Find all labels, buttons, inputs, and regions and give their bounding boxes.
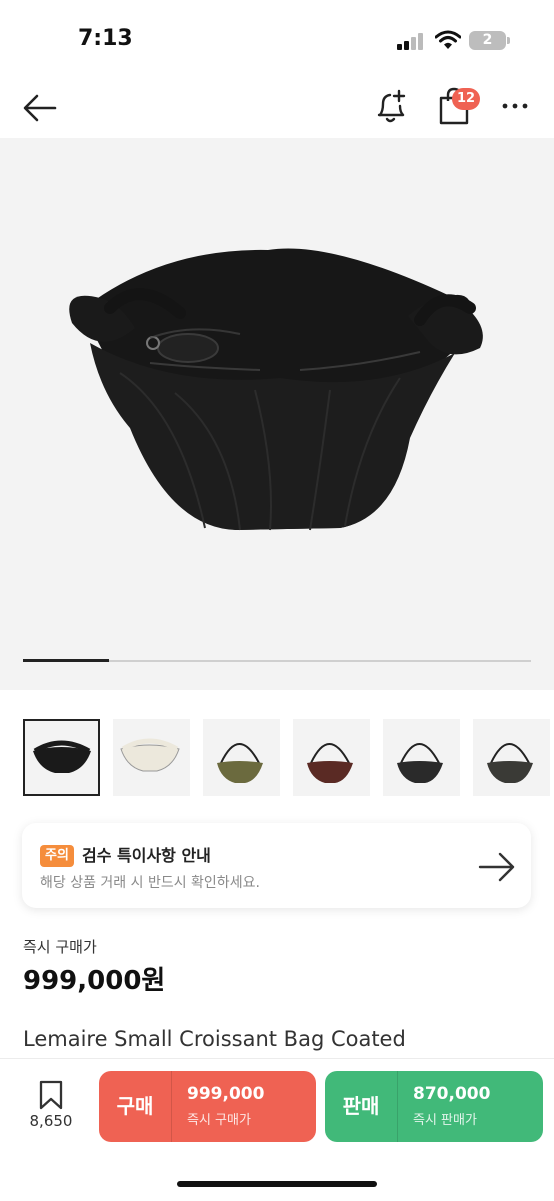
caution-tag: 주의: [40, 845, 74, 867]
image-progress-fill: [23, 659, 109, 662]
cellular-signal-icon: [397, 33, 425, 50]
thumbnail-4[interactable]: [293, 719, 370, 796]
thumbnail-bag-image: [217, 743, 263, 783]
sell-price: 870,000: [413, 1084, 491, 1104]
bookmark-icon[interactable]: [36, 1080, 66, 1110]
instant-buy-price-value: 999,000원: [23, 966, 166, 996]
notice-subtitle: 해당 상품 거래 시 반드시 확인하세요.: [40, 875, 260, 891]
battery-icon: 2: [469, 31, 506, 50]
wifi-icon: [435, 30, 461, 49]
arrow-right-icon[interactable]: [478, 850, 516, 884]
status-time: 7:13: [78, 26, 133, 51]
more-icon[interactable]: [500, 100, 530, 112]
notice-title: 검수 특이사항 안내: [82, 846, 211, 865]
bell-plus-icon[interactable]: [373, 88, 409, 126]
product-name: Lemaire Small Croissant Bag Coated: [23, 1027, 406, 1051]
thumbnail-3[interactable]: [203, 719, 280, 796]
thumbnail-bag-image: [120, 738, 180, 772]
buy-price: 999,000: [187, 1084, 265, 1104]
thumbnail-6[interactable]: [473, 719, 550, 796]
battery-tip: [507, 37, 510, 44]
home-indicator: [177, 1181, 377, 1187]
sell-divider: [397, 1071, 398, 1142]
buy-label: 구매: [116, 1094, 154, 1118]
sell-sublabel: 즉시 판매가: [413, 1113, 477, 1128]
instant-buy-price-label: 즉시 구매가: [23, 938, 97, 956]
thumbnail-bag-image: [33, 740, 91, 773]
thumbnail-bag-image: [307, 743, 353, 783]
product-image[interactable]: [0, 138, 554, 690]
buy-sublabel: 즉시 구매가: [187, 1113, 251, 1128]
cart-count-badge: 12: [452, 88, 480, 110]
croissant-bag-image: [69, 248, 483, 531]
bookmark-count: 8,650: [29, 1112, 73, 1130]
sell-button[interactable]: 판매 870,000 즉시 판매가: [325, 1071, 543, 1142]
thumbnail-2[interactable]: [113, 719, 190, 796]
thumbnail-bag-image: [487, 743, 533, 783]
thumbnail-5[interactable]: [383, 719, 460, 796]
thumbnail-bag-image: [397, 743, 443, 783]
back-arrow-icon[interactable]: [22, 90, 58, 126]
buy-divider: [171, 1071, 172, 1142]
sell-label: 판매: [342, 1094, 380, 1118]
thumbnail-1[interactable]: [23, 719, 100, 796]
buy-button[interactable]: 구매 999,000 즉시 구매가: [99, 1071, 316, 1142]
